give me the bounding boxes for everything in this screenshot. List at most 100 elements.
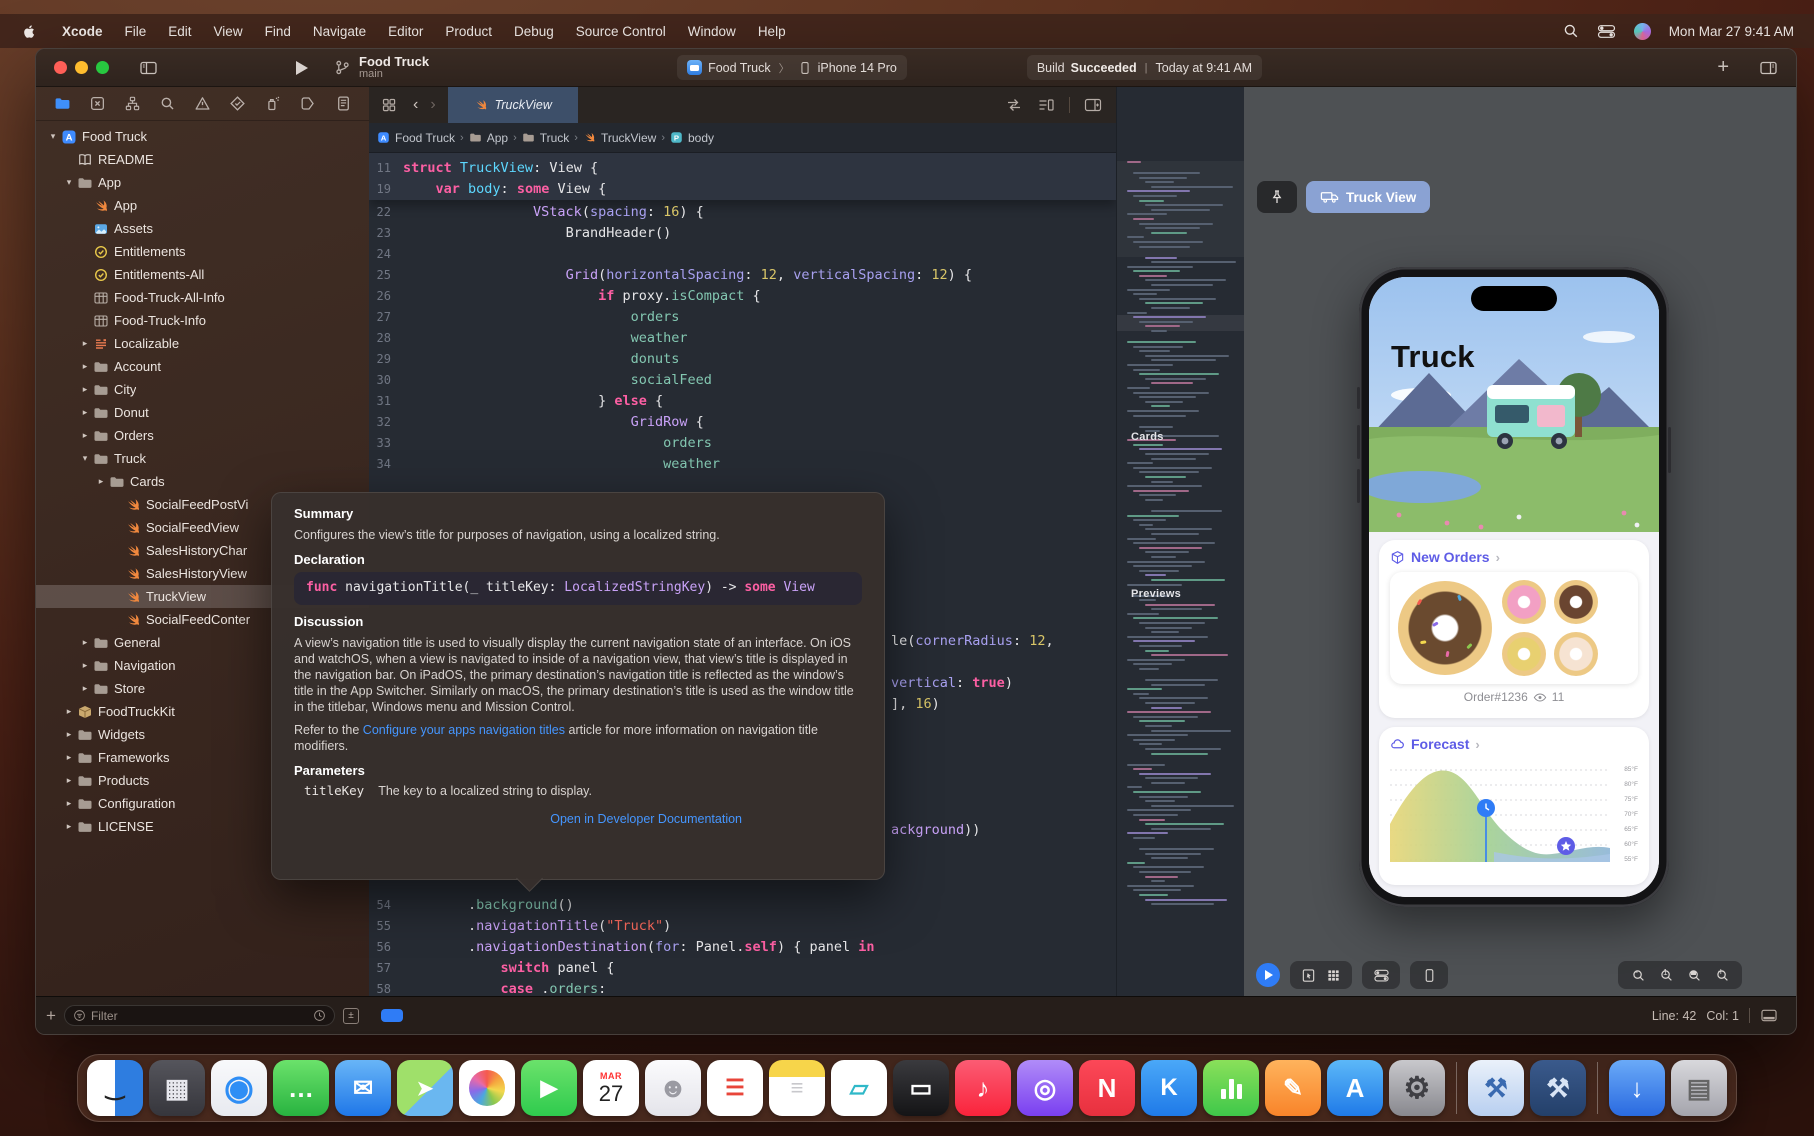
configure-titles-link[interactable]: Configure your apps navigation titles [363, 723, 565, 737]
variants-grid-icon[interactable] [1326, 968, 1341, 983]
open-developer-documentation-link[interactable]: Open in Developer Documentation [294, 811, 862, 827]
adjust-editor-options-icon[interactable] [1037, 97, 1055, 113]
tree-item-account[interactable]: ▸Account [36, 355, 369, 378]
navigator-tab-tests[interactable] [228, 94, 248, 114]
code-line[interactable]: 25 Grid(horizontalSpacing: 12, verticalS… [369, 265, 1116, 286]
zoom-100-icon[interactable]: 1 [1659, 968, 1674, 983]
dock-item-maps[interactable]: ➤ [397, 1060, 453, 1116]
zoom-out-icon[interactable]: - [1631, 968, 1646, 983]
code-line[interactable]: 19 var body: some View { [369, 179, 1116, 200]
forecast-card[interactable]: Forecast › [1379, 727, 1649, 885]
pin-preview-button[interactable] [1257, 181, 1297, 213]
scheme-selector[interactable]: Food Truck 〉 iPhone 14 Pro [677, 55, 907, 80]
code-line[interactable]: 56 .navigationDestination(for: Panel.sel… [369, 937, 1116, 958]
dock-item-downloads[interactable]: ↓ [1609, 1060, 1665, 1116]
tree-item-assets[interactable]: Assets [36, 217, 369, 240]
dock-item-tv[interactable]: ▭ [893, 1060, 949, 1116]
tree-item-food-truck[interactable]: ▾Food Truck [36, 125, 369, 148]
editor-tab[interactable]: TruckView [448, 87, 578, 123]
navigator-filter-field[interactable]: Filter [64, 1005, 335, 1026]
device-settings-icon[interactable] [1373, 968, 1390, 983]
code-line[interactable]: 58 case .orders: [369, 979, 1116, 996]
add-file-button[interactable]: + [46, 1006, 56, 1026]
code-line[interactable]: 22 VStack(spacing: 16) { [369, 202, 1116, 223]
dock-item-finder[interactable]: ‿ [87, 1060, 143, 1116]
code-line[interactable]: 26 if proxy.isCompact { [369, 286, 1116, 307]
navigator-tab-source-control[interactable] [87, 94, 107, 114]
menu-item-source-control[interactable]: Source Control [565, 24, 677, 39]
navigator-tab-issues[interactable] [193, 94, 213, 114]
dock-item-system-settings[interactable]: ⚙ [1389, 1060, 1445, 1116]
dock-item-contacts[interactable]: ☻ [645, 1060, 701, 1116]
library-add-button[interactable]: + [1717, 56, 1729, 79]
control-center-icon[interactable] [1597, 24, 1616, 39]
go-back-button[interactable]: ‹ [407, 96, 424, 114]
code-line[interactable]: 28 weather [369, 328, 1116, 349]
tree-item-food-truck-info[interactable]: Food-Truck-Info [36, 309, 369, 332]
navigator-tab-reports[interactable] [333, 94, 353, 114]
navigator-tab-symbols[interactable] [122, 94, 142, 114]
navigator-tab-debug[interactable] [263, 94, 283, 114]
code-line[interactable]: 34 weather [369, 454, 1116, 475]
navigator-tab-find[interactable] [157, 94, 177, 114]
menu-item-debug[interactable]: Debug [503, 24, 565, 39]
tree-item-city[interactable]: ▸City [36, 378, 369, 401]
code-line[interactable]: 54 .background() [369, 895, 1116, 916]
dock-item-notes[interactable]: ≡ [769, 1060, 825, 1116]
selectable-preview-icon[interactable] [1301, 968, 1316, 983]
add-editor-icon[interactable] [1084, 97, 1102, 113]
tree-item-entitlements[interactable]: Entitlements [36, 240, 369, 263]
dock-item-reminders[interactable]: ☰ [707, 1060, 763, 1116]
menu-item-editor[interactable]: Editor [377, 24, 434, 39]
source-control-filter-icon[interactable]: ± [343, 1008, 359, 1024]
tree-item-truck[interactable]: ▾Truck [36, 447, 369, 470]
tree-item-cards[interactable]: ▸Cards [36, 470, 369, 493]
dock-item-podcasts[interactable]: ◎ [1017, 1060, 1073, 1116]
menu-item-window[interactable]: Window [677, 24, 747, 39]
menu-item-help[interactable]: Help [747, 24, 797, 39]
code-line[interactable]: 55 .navigationTitle("Truck") [369, 916, 1116, 937]
apple-menu[interactable] [16, 24, 51, 39]
dock-item-xcode[interactable]: ⚒ [1468, 1060, 1524, 1116]
menu-item-product[interactable]: Product [434, 24, 503, 39]
dock-item-freeform[interactable]: ▱ [831, 1060, 887, 1116]
tree-item-readme[interactable]: README [36, 148, 369, 171]
menu-clock[interactable]: Mon Mar 27 9:41 AM [1669, 24, 1794, 39]
code-line[interactable]: 11struct TruckView: View { [369, 158, 1116, 179]
tree-item-localizable[interactable]: ▸Localizable [36, 332, 369, 355]
dock-item-pages[interactable]: ✎ [1265, 1060, 1321, 1116]
tree-item-app[interactable]: ▾App [36, 171, 369, 194]
jump-bar-item-truck[interactable]: Truck [522, 131, 570, 145]
tree-item-food-truck-all-info[interactable]: Food-Truck-All-Info [36, 286, 369, 309]
accessibility-preview-icon[interactable] [1422, 968, 1437, 983]
editor-minimap[interactable]: CardsPreviews [1116, 87, 1244, 996]
go-forward-button[interactable]: › [424, 96, 441, 114]
code-line[interactable]: 23 BrandHeader() [369, 223, 1116, 244]
code-line[interactable]: 30 socialFeed [369, 370, 1116, 391]
toggle-navigator-icon[interactable] [139, 60, 158, 76]
run-button[interactable] [296, 61, 308, 75]
preview-target-button[interactable]: Truck View [1306, 181, 1430, 213]
dock-item-trash[interactable]: ▤ [1671, 1060, 1727, 1116]
dock-item-launchpad[interactable]: ▦ [149, 1060, 205, 1116]
menu-item-file[interactable]: File [114, 24, 158, 39]
zoom-in-icon[interactable]: + [1715, 968, 1730, 983]
menu-item-find[interactable]: Find [254, 24, 302, 39]
editor-layout-icon[interactable] [1759, 60, 1778, 76]
code-review-icon[interactable] [1005, 97, 1023, 113]
tree-item-donut[interactable]: ▸Donut [36, 401, 369, 424]
close-window-button[interactable] [54, 61, 67, 74]
spotlight-icon[interactable] [1563, 23, 1579, 39]
code-line[interactable]: 32 GridRow { [369, 412, 1116, 433]
dock-item-music[interactable]: ♪ [955, 1060, 1011, 1116]
jump-bar-item-app[interactable]: App [469, 131, 508, 145]
dock-item-xcode-beta[interactable]: ⚒ [1530, 1060, 1586, 1116]
code-line[interactable]: 31 } else { [369, 391, 1116, 412]
tree-item-orders[interactable]: ▸Orders [36, 424, 369, 447]
navigator-tab-breakpoints[interactable] [298, 94, 318, 114]
jump-bar-item-food-truck[interactable]: Food Truck [377, 131, 455, 145]
dock-item-keynote[interactable]: K [1141, 1060, 1197, 1116]
menu-item-edit[interactable]: Edit [157, 24, 202, 39]
menu-item-view[interactable]: View [203, 24, 254, 39]
dock-item-news[interactable]: N [1079, 1060, 1135, 1116]
